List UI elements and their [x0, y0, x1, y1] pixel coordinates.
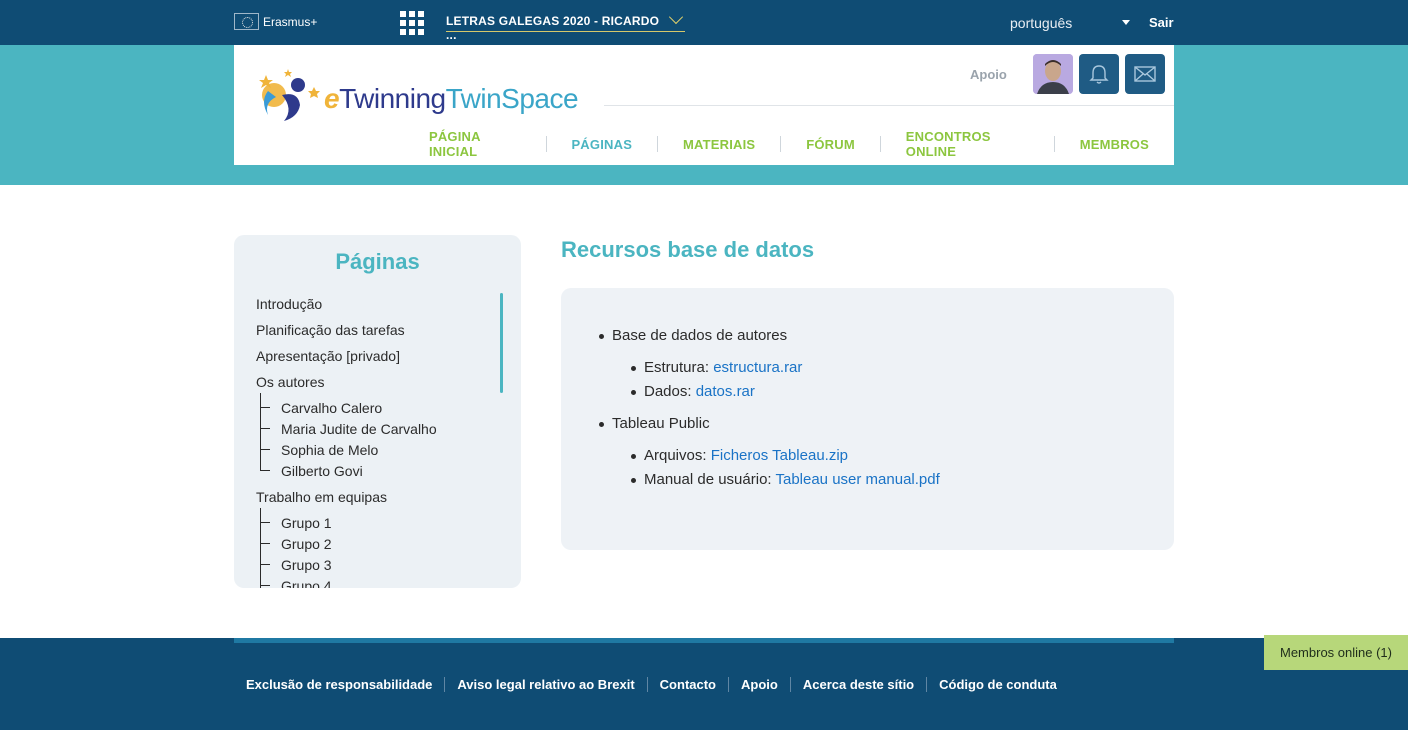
sidebar-item-introducao[interactable]: Introdução — [256, 295, 506, 321]
apps-grid-icon[interactable] — [400, 11, 425, 35]
footer-link-brexit[interactable]: Aviso legal relativo ao Brexit — [445, 677, 646, 692]
project-selector[interactable]: LETRAS GALEGAS 2020 - RICARDO ... — [446, 9, 685, 42]
pages-sidebar: Páginas Introdução Planificação das tare… — [234, 235, 521, 588]
sidebar-subitem[interactable]: Gilberto Govi — [256, 456, 506, 483]
top-bar: Erasmus+ LETRAS GALEGAS 2020 - RICARDO .… — [0, 0, 1408, 45]
ficheros-tableau-zip-link[interactable]: Ficheros Tableau.zip — [711, 447, 848, 464]
sidebar-subitem[interactable]: Carvalho Calero — [256, 393, 506, 420]
erasmus-logo[interactable]: Erasmus+ — [234, 13, 317, 30]
sidebar-item-os-autores[interactable]: Os autores — [256, 373, 506, 399]
nav-materiais[interactable]: MATERIAIS — [658, 137, 780, 152]
footer-links: Exclusão de responsabilidade Aviso legal… — [234, 677, 1069, 692]
language-value: português — [1010, 15, 1073, 31]
main-nav: PÁGINA INICIAL PÁGINAS MATERIAIS FÓRUM E… — [404, 129, 1174, 159]
resource-list: Base de dados de autores Estrutura: estr… — [597, 326, 940, 494]
sidebar-subitem[interactable]: Grupo 3 — [256, 550, 506, 577]
avatar[interactable] — [1033, 54, 1073, 94]
sidebar-item-trabalho-em-equipas[interactable]: Trabalho em equipas — [256, 488, 506, 514]
sidebar-title: Páginas — [335, 249, 420, 274]
dropdown-arrow-icon — [1122, 20, 1130, 25]
nav-paginas[interactable]: PÁGINAS — [546, 137, 657, 152]
sidebar-subitem[interactable]: Maria Judite de Carvalho — [256, 414, 506, 441]
list-item: Dados: datos.rar — [629, 382, 940, 406]
nav-pagina-inicial[interactable]: PÁGINA INICIAL — [404, 129, 546, 159]
logout-link[interactable]: Sair — [1149, 15, 1174, 30]
sidebar-subitem[interactable]: Sophia de Melo — [256, 435, 506, 462]
footer-accent-line — [234, 638, 1174, 643]
list-item: Arquivos: Ficheros Tableau.zip — [629, 446, 940, 470]
logo-wordmark: eTwinningTwinSpace — [324, 83, 579, 114]
language-select[interactable]: português — [1010, 15, 1130, 31]
list-item: Manual de usuário: Tableau user manual.p… — [629, 470, 940, 494]
header-divider — [604, 105, 1174, 106]
content-panel: Base de dados de autores Estrutura: estr… — [561, 288, 1174, 550]
nav-membros[interactable]: MEMBROS — [1055, 137, 1174, 152]
list-item: Base de dados de autores — [597, 326, 940, 350]
datos-rar-link[interactable]: datos.rar — [696, 383, 755, 400]
sidebar-scrollbar[interactable] — [500, 293, 503, 393]
footer-link-disclaimer[interactable]: Exclusão de responsabilidade — [234, 677, 444, 692]
nav-forum[interactable]: FÓRUM — [781, 137, 880, 152]
messages-button[interactable] — [1125, 54, 1165, 94]
footer-link-code-of-conduct[interactable]: Código de conduta — [927, 677, 1069, 692]
estructura-rar-link[interactable]: estructura.rar — [713, 359, 802, 376]
mail-icon — [1134, 66, 1156, 82]
nav-encontros-online[interactable]: ENCONTROS ONLINE — [881, 129, 1054, 159]
page-title: Recursos base de datos — [561, 237, 815, 262]
sidebar-item-planificacao[interactable]: Planificação das tarefas — [256, 321, 506, 347]
bell-icon — [1089, 65, 1109, 84]
sidebar-subitem[interactable]: Grupo 4 — [256, 571, 506, 588]
project-name: LETRAS GALEGAS 2020 - RICARDO ... — [446, 14, 660, 42]
tableau-manual-pdf-link[interactable]: Tableau user manual.pdf — [775, 471, 939, 488]
header-card: eTwinningTwinSpace Apoio PÁGINA INICIAL … — [234, 45, 1174, 165]
eu-flag-icon — [234, 13, 259, 30]
sidebar-item-apresentacao[interactable]: Apresentação [privado] — [256, 347, 506, 373]
footer-link-support[interactable]: Apoio — [729, 677, 790, 692]
chevron-down-icon — [669, 9, 684, 25]
sidebar-subitem[interactable]: Grupo 1 — [256, 508, 506, 535]
erasmus-label: Erasmus+ — [263, 14, 318, 29]
online-members-button[interactable]: Membros online (1) — [1264, 635, 1408, 670]
pages-tree: Introdução Planificação das tarefas Apre… — [256, 295, 506, 588]
footer-link-about[interactable]: Acerca deste sítio — [791, 677, 926, 692]
list-item: Tableau Public — [597, 414, 940, 438]
list-item: Estrutura: estructura.rar — [629, 358, 940, 382]
etwinning-logo[interactable]: eTwinningTwinSpace — [254, 65, 579, 125]
support-link[interactable]: Apoio — [970, 67, 1007, 82]
sidebar-subitem[interactable]: Grupo 2 — [256, 529, 506, 556]
notifications-button[interactable] — [1079, 54, 1119, 94]
etwinning-emblem-icon — [254, 65, 326, 125]
footer-link-contact[interactable]: Contacto — [648, 677, 728, 692]
